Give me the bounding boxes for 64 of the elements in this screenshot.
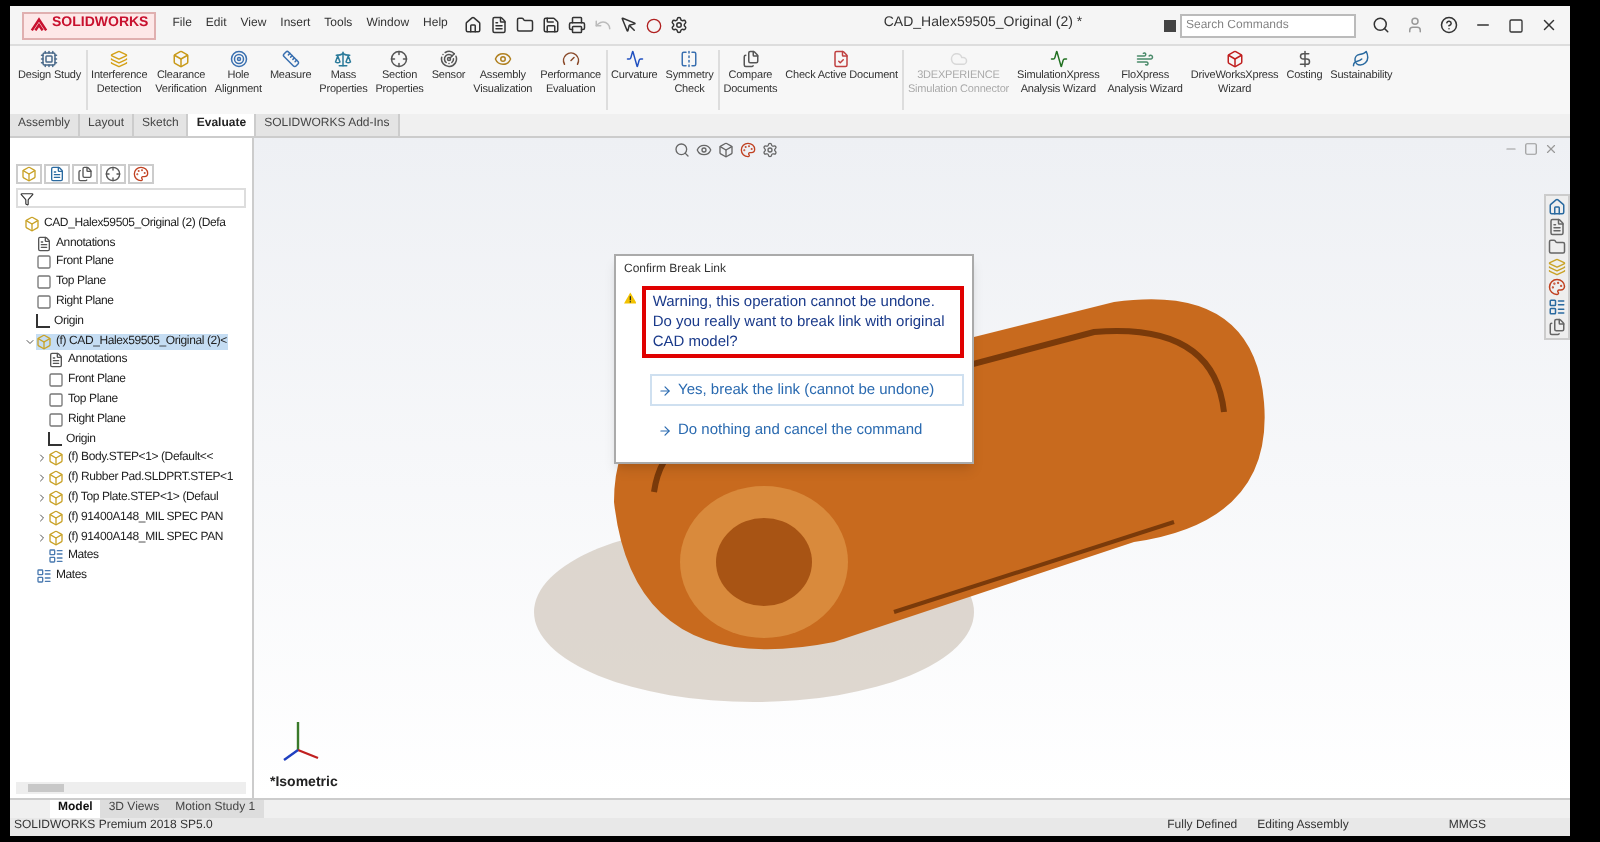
open-folder-icon[interactable] <box>515 16 534 34</box>
folder-icon[interactable] <box>1548 238 1566 256</box>
arrow-icon <box>658 384 672 398</box>
assembly-icon <box>24 215 40 232</box>
document-check-icon <box>832 50 851 68</box>
assembly-icon <box>36 333 52 350</box>
annotations-icon <box>36 235 52 252</box>
target-icon <box>229 50 248 68</box>
part-icon <box>48 529 64 546</box>
arrow-icon <box>658 424 672 438</box>
ruler-icon <box>281 50 300 68</box>
view-icon[interactable] <box>696 142 712 158</box>
home-icon[interactable] <box>1548 198 1566 216</box>
select-icon[interactable] <box>619 16 638 34</box>
origin-icon <box>48 432 62 447</box>
cube-icon <box>1225 50 1244 68</box>
radar-icon <box>439 50 458 68</box>
close-icon[interactable] <box>1540 16 1558 34</box>
filter-icon[interactable] <box>20 191 34 205</box>
settings-icon[interactable] <box>669 16 688 34</box>
leaf-icon <box>1352 50 1371 68</box>
part-icon <box>48 470 64 487</box>
part-icon <box>48 450 64 467</box>
user-icon[interactable] <box>1406 16 1424 34</box>
print-icon[interactable] <box>567 16 586 34</box>
appearance-icon[interactable] <box>740 142 756 158</box>
display-tab-icon[interactable] <box>128 164 154 184</box>
chart-icon <box>1049 50 1068 68</box>
save-icon[interactable] <box>541 16 560 34</box>
home-icon[interactable] <box>463 16 482 34</box>
scrollbar-thumb[interactable] <box>28 784 64 792</box>
scale-icon <box>334 50 353 68</box>
configuration-tab-icon[interactable] <box>72 164 98 184</box>
mates-icon <box>36 568 52 585</box>
layers-icon <box>110 50 129 68</box>
axis-triad-drawing <box>282 718 322 762</box>
gauge-icon <box>561 50 580 68</box>
wave-icon <box>625 50 644 68</box>
custom-properties-icon[interactable] <box>1548 318 1566 336</box>
new-document-icon[interactable] <box>489 16 508 34</box>
mates-icon <box>48 548 64 565</box>
maximize-icon[interactable] <box>1508 17 1524 33</box>
search-icon[interactable] <box>1372 16 1390 34</box>
property-tab-icon[interactable] <box>44 164 70 184</box>
cloud-icon <box>949 50 968 68</box>
wind-icon <box>1136 50 1155 68</box>
eye-icon <box>493 50 512 68</box>
appearance-icon[interactable] <box>1548 278 1566 296</box>
properties-icon[interactable] <box>1548 298 1566 316</box>
view-orientation-icon[interactable] <box>718 142 734 158</box>
zoom-icon[interactable] <box>674 142 690 158</box>
logo-mark-icon <box>30 16 48 34</box>
view-settings-icon[interactable] <box>762 142 778 158</box>
help-icon[interactable] <box>1440 16 1458 34</box>
mirror-icon <box>680 50 699 68</box>
cube-icon <box>172 50 191 68</box>
crosshair-icon <box>390 50 409 68</box>
resources-icon[interactable] <box>1548 218 1566 236</box>
annotations-icon <box>48 352 64 369</box>
dimxpert-tab-icon[interactable] <box>100 164 126 184</box>
documents-icon <box>741 50 760 68</box>
origin-icon <box>36 314 50 329</box>
dollar-icon <box>1295 50 1314 68</box>
chip-icon <box>40 50 59 68</box>
